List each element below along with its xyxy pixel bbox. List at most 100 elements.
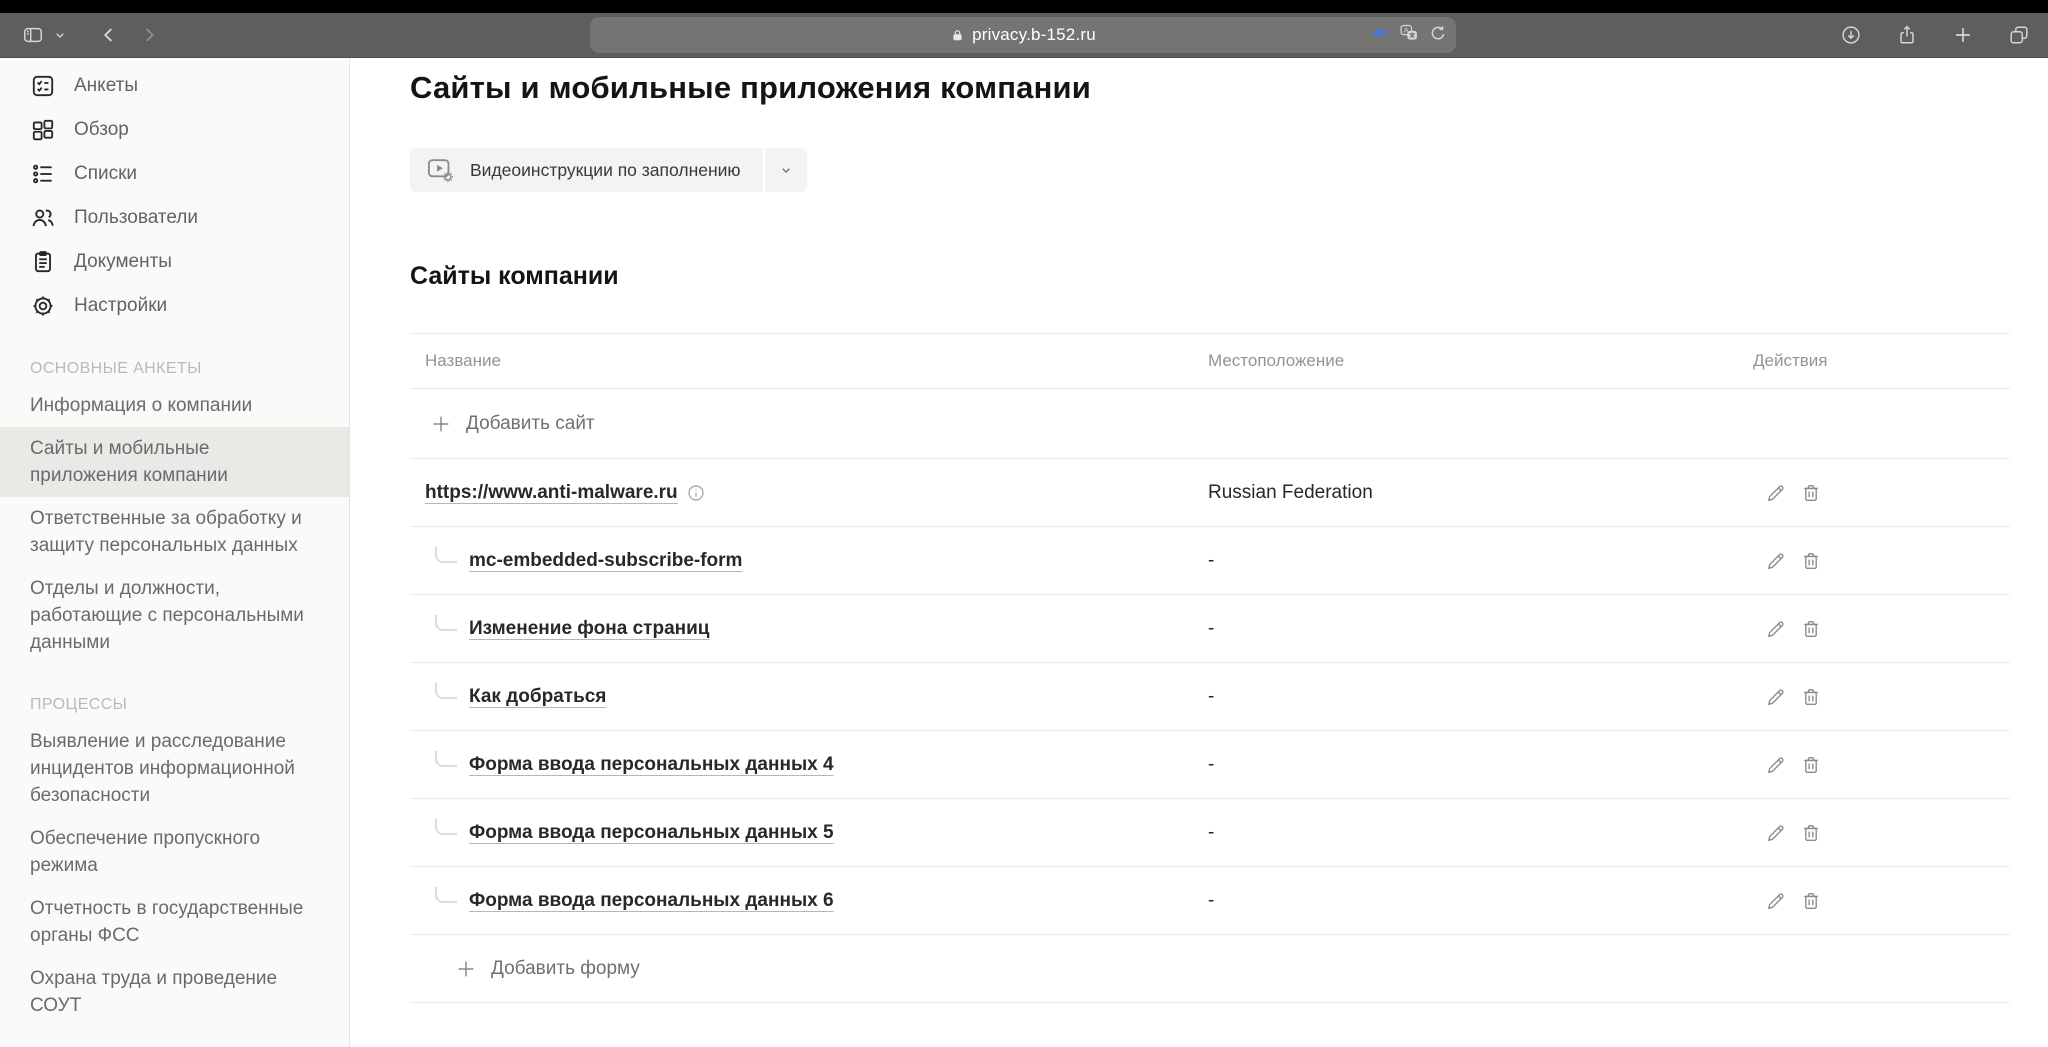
sidebar-nav-item[interactable]: Пользователи <box>0 196 349 240</box>
video-instructions-button[interactable]: Видеоинструкции по заполнению <box>410 148 807 192</box>
delete-icon[interactable] <box>1800 822 1822 844</box>
sidebar-section-title: ОСНОВНЫЕ АНКЕТЫ <box>30 360 202 377</box>
list-icon <box>30 161 56 187</box>
edit-icon[interactable] <box>1765 822 1787 844</box>
checklist-icon <box>30 73 56 99</box>
browser-toolbar: privacy.b-152.ru A <box>0 13 2048 58</box>
delete-icon[interactable] <box>1800 754 1822 776</box>
dashboard-icon <box>30 117 56 143</box>
video-button-label: Видеоинструкции по заполнению <box>470 159 741 180</box>
chevron-down-icon[interactable] <box>52 20 68 50</box>
delete-icon[interactable] <box>1800 618 1822 640</box>
tree-connector <box>435 546 457 563</box>
reload-icon[interactable] <box>1428 23 1448 48</box>
sidebar: Анкеты Обзор Списки Пользователи Докумен… <box>0 58 350 1047</box>
sites-table: Название Местоположение Действия Добавит… <box>410 333 2010 1003</box>
delete-icon[interactable] <box>1800 550 1822 572</box>
tree-connector <box>435 818 457 835</box>
forward-icon <box>134 20 164 50</box>
site-link[interactable]: https://www.anti-malware.ru <box>425 482 678 504</box>
edit-icon[interactable] <box>1765 550 1787 572</box>
edit-icon[interactable] <box>1765 618 1787 640</box>
section-heading: Сайты компании <box>410 262 619 290</box>
translate-icon[interactable]: A <box>1399 23 1419 48</box>
info-icon[interactable] <box>686 483 706 503</box>
sidebar-item[interactable]: Информация о компании <box>0 384 349 427</box>
edit-icon[interactable] <box>1765 482 1787 504</box>
table-row: mc-embedded-subscribe-form - <box>410 527 2010 595</box>
row-location: - <box>1208 821 1215 843</box>
add-form-button[interactable]: Добавить форму <box>410 935 2010 1003</box>
form-link[interactable]: Как добраться <box>469 686 606 708</box>
row-location: - <box>1208 685 1215 707</box>
sidebar-toggle-icon[interactable] <box>18 20 48 50</box>
form-link[interactable]: Форма ввода персональных данных 6 <box>469 890 834 912</box>
sidebar-nav-item[interactable]: Настройки <box>0 284 349 328</box>
address-bar[interactable]: privacy.b-152.ru A <box>590 17 1456 53</box>
sidebar-section: ПРОЦЕССЫ Выявление и расследование инцид… <box>0 696 349 1027</box>
share-icon[interactable] <box>1892 20 1922 50</box>
users-icon <box>30 205 56 231</box>
download-icon[interactable] <box>1836 20 1866 50</box>
edit-icon[interactable] <box>1765 754 1787 776</box>
plus-icon <box>433 416 449 431</box>
main-content: Сайты и мобильные приложения компании Ви… <box>351 58 2048 1047</box>
tab-overview-icon[interactable] <box>2004 20 2034 50</box>
sidebar-item[interactable]: Обеспечение пропускного режима <box>0 817 349 887</box>
row-location: Russian Federation <box>1208 481 1373 503</box>
add-site-label: Добавить сайт <box>466 412 595 434</box>
sidebar-nav-label: Настройки <box>74 295 168 316</box>
table-row: Как добраться - <box>410 663 2010 731</box>
delete-icon[interactable] <box>1800 482 1822 504</box>
sidebar-nav-label: Списки <box>74 163 138 184</box>
table-row: Форма ввода персональных данных 4 - <box>410 731 2010 799</box>
back-icon[interactable] <box>94 20 124 50</box>
row-location: - <box>1208 617 1215 639</box>
audio-icon[interactable] <box>1370 23 1390 48</box>
plus-icon <box>458 961 474 976</box>
table-row: https://www.anti-malware.ru Russian Fede… <box>410 459 2010 527</box>
sidebar-item[interactable]: Выявление и расследование инцидентов инф… <box>0 720 349 817</box>
sidebar-nav-item[interactable]: Списки <box>0 152 349 196</box>
col-location: Местоположение <box>1208 351 1345 370</box>
sidebar-item[interactable]: Ответственные за обработку и защиту перс… <box>0 497 349 567</box>
table-row: Форма ввода персональных данных 6 - <box>410 867 2010 935</box>
video-button-caret[interactable] <box>762 148 807 192</box>
sidebar-nav-item[interactable]: Анкеты <box>0 64 349 108</box>
url-text: privacy.b-152.ru <box>972 25 1096 44</box>
sidebar-section: ОСНОВНЫЕ АНКЕТЫ Информация о компании Са… <box>0 360 349 664</box>
lock-icon <box>953 29 962 40</box>
edit-icon[interactable] <box>1765 686 1787 708</box>
tree-connector <box>435 682 457 699</box>
page-title: Сайты и мобильные приложения компании <box>410 70 1092 105</box>
sidebar-item[interactable]: Охрана труда и проведение СОУТ <box>0 957 349 1027</box>
delete-icon[interactable] <box>1800 686 1822 708</box>
sidebar-section-title: ПРОЦЕССЫ <box>30 696 128 713</box>
sidebar-item[interactable]: Отделы и должности, работающие с персона… <box>0 567 349 664</box>
video-icon <box>427 159 453 182</box>
tree-connector <box>435 886 457 903</box>
form-link[interactable]: Форма ввода персональных данных 5 <box>469 822 834 844</box>
sidebar-item[interactable]: Сайты и мобильные приложения компании <box>0 427 349 497</box>
col-name: Название <box>425 351 501 370</box>
sidebar-item[interactable]: Отчетность в государственные органы ФСС <box>0 887 349 957</box>
row-location: - <box>1208 549 1215 571</box>
gear-icon <box>30 293 56 319</box>
sidebar-nav-item[interactable]: Документы <box>0 240 349 284</box>
window-top-strip <box>0 0 2048 13</box>
document-icon <box>30 249 56 275</box>
form-link[interactable]: Изменение фона страниц <box>469 618 709 640</box>
form-link[interactable]: mc-embedded-subscribe-form <box>469 550 742 572</box>
row-location: - <box>1208 889 1215 911</box>
add-site-button[interactable]: Добавить сайт <box>410 389 2010 459</box>
row-location: - <box>1208 753 1215 775</box>
tree-connector <box>435 750 457 767</box>
tree-connector <box>435 614 457 631</box>
delete-icon[interactable] <box>1800 890 1822 912</box>
table-row: Изменение фона страниц - <box>410 595 2010 663</box>
sidebar-nav-item[interactable]: Обзор <box>0 108 349 152</box>
add-form-label: Добавить форму <box>491 957 640 979</box>
edit-icon[interactable] <box>1765 890 1787 912</box>
new-tab-icon[interactable] <box>1948 20 1978 50</box>
form-link[interactable]: Форма ввода персональных данных 4 <box>469 754 834 776</box>
